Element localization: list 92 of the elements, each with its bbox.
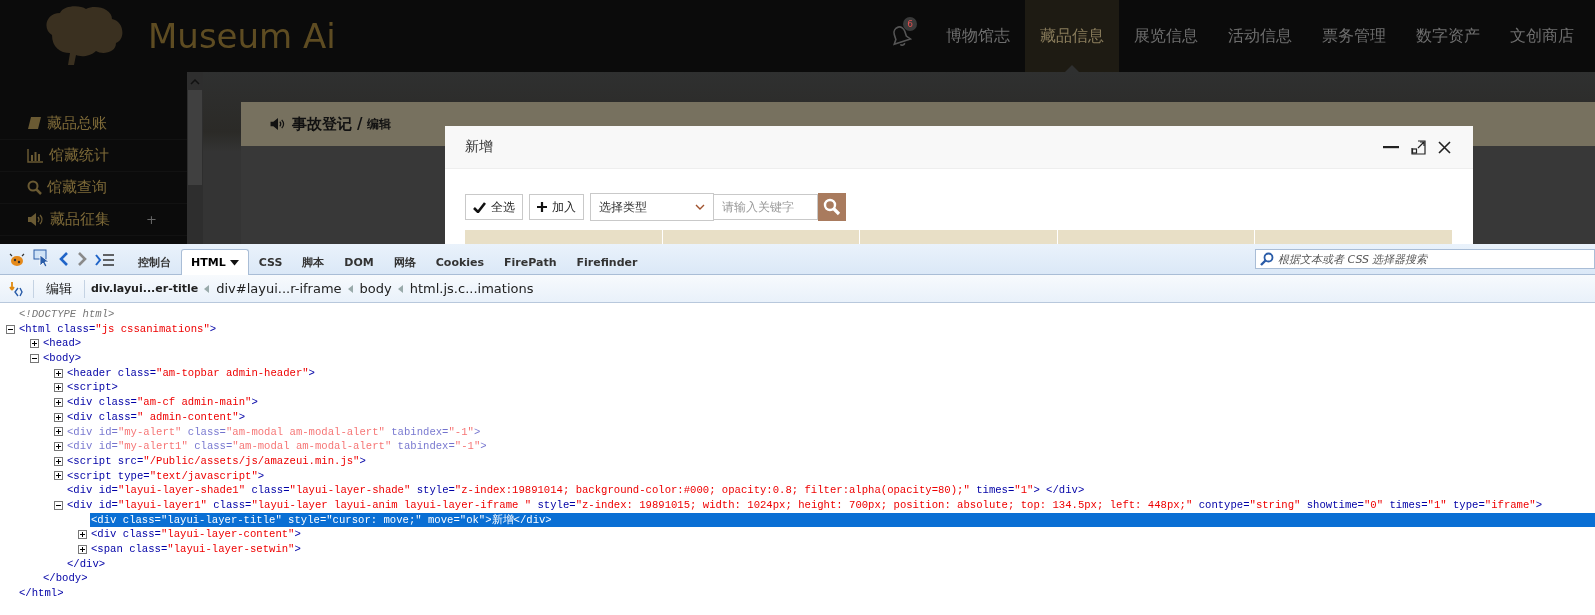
code-line[interactable]: <div id="layui-layer1" class="layui-layer layui-anim layui-layer-iframe " style="z-index: 19891015; width: 1024px; height: 700px; position: absolute; top: 134.5px; left: 448px;" contype="string" showtime="0" times="1" type="iframe"> (66, 497, 1595, 513)
expand-toggle-icon[interactable] (78, 530, 87, 540)
code-line[interactable]: <!DOCTYPE html> (18, 307, 1595, 322)
devtools-tab[interactable]: 控制台 (128, 249, 181, 274)
breadcrumb-link[interactable]: div#layui...r-iframe (216, 281, 342, 296)
expand-toggle-icon[interactable] (30, 339, 39, 349)
nav-tab[interactable]: 展览信息 (1119, 0, 1213, 72)
notification-badge: 6 (903, 17, 917, 31)
expand-toggle-icon[interactable] (54, 456, 63, 466)
expand-toggle-icon[interactable] (54, 397, 63, 407)
breadcrumb-arrow-icon (347, 284, 354, 293)
expand-toggle-icon[interactable] (54, 412, 63, 422)
bug-icon[interactable] (9, 253, 25, 267)
search-icon (27, 180, 42, 195)
minimize-icon[interactable] (1383, 145, 1399, 149)
modal-title-bar[interactable]: 新增 (445, 126, 1473, 169)
devtools-tab[interactable]: 脚本 (292, 249, 335, 274)
code-line[interactable]: <html class="js cssanimations"> (18, 321, 1595, 337)
code-line[interactable]: <div class="layui-layer-content"> (90, 527, 1595, 542)
check-icon (473, 201, 486, 213)
card-subtitle: 编辑 (367, 115, 392, 133)
breadcrumb-separator: / (357, 115, 363, 133)
devtools-tab[interactable]: 网络 (383, 249, 426, 274)
search-field[interactable]: 根据文本或者 CSS 选择器搜索 (1255, 249, 1595, 269)
devtools-tab[interactable]: HTML (181, 249, 249, 275)
devtools-tab[interactable]: DOM (334, 249, 384, 274)
nav-tab[interactable]: 数字资产 (1401, 0, 1495, 72)
expand-toggle-icon[interactable] (54, 471, 63, 481)
code-line[interactable]: <div id="layui-layer-shade1" class="layui-layer-shade" style="z-index:19891014; background-color:#000; opacity:0.8; filter:alpha(opacity=80);" times="1"> </div> (66, 483, 1595, 498)
code-line[interactable]: </html> (18, 586, 1595, 601)
code-line[interactable]: <body> (42, 351, 1595, 366)
code-line[interactable]: <div id="my-alert1" class="am-modal am-modal-alert" tabindex="-1"> (66, 439, 1595, 454)
bar-chart-icon (27, 148, 44, 163)
speaker-icon (27, 212, 45, 227)
card-title: 事故登记 (292, 114, 352, 134)
close-icon[interactable] (1438, 140, 1451, 154)
chevron-down-icon (695, 203, 705, 211)
nav-tab[interactable]: 藏品信息 (1025, 0, 1119, 72)
nav-tab[interactable]: 票务管理 (1307, 0, 1401, 72)
collapse-toggle-icon[interactable] (54, 500, 63, 510)
break-on-mutate-icon[interactable] (9, 280, 23, 297)
dropdown-caret-icon[interactable] (229, 259, 239, 266)
breadcrumb-arrow-icon (204, 284, 211, 293)
collapse-toggle-icon[interactable] (30, 353, 39, 363)
breadcrumb-link[interactable]: div.layui...er-title (91, 282, 199, 295)
nav-tab[interactable]: 博物馆志 (931, 0, 1025, 72)
add-button[interactable]: 加入 (529, 194, 584, 220)
sidebar-item[interactable]: 馆藏查询 (47, 178, 107, 197)
logo-text: Museum Ai (148, 16, 336, 56)
edit-button[interactable]: 编辑 (40, 279, 78, 298)
breadcrumb-link[interactable]: html.js.c...imations (409, 281, 534, 296)
nav-tab[interactable]: 活动信息 (1213, 0, 1307, 72)
code-line[interactable]: <div class="am-cf admin-main"> (66, 395, 1595, 410)
code-line[interactable]: <head> (42, 336, 1595, 352)
expand-toggle-icon[interactable] (54, 427, 63, 437)
code-line[interactable]: <script type="text/javascript"> (66, 468, 1595, 484)
sidebar-item[interactable]: 馆藏统计 (49, 146, 109, 165)
code-line[interactable]: <script> (66, 380, 1595, 396)
maximize-icon[interactable] (1411, 139, 1426, 155)
sidebar-item[interactable]: 藏品征集 (50, 210, 110, 229)
plus-icon (537, 202, 547, 212)
type-select[interactable]: 选择类型 (590, 193, 714, 221)
sidebar-item[interactable]: 藏品总账 (47, 114, 107, 133)
devtools-tab[interactable]: CSS (248, 249, 293, 274)
code-line[interactable]: </body> (42, 571, 1595, 587)
breadcrumb-arrow-icon (397, 284, 404, 293)
inspect-icon[interactable] (33, 249, 51, 267)
search-button[interactable] (818, 193, 846, 221)
code-line[interactable]: <span class="layui-layer-setwin"> (90, 542, 1595, 557)
nav-tab[interactable]: 文创商店 (1495, 0, 1589, 72)
expand-toggle-icon[interactable] (54, 442, 63, 452)
expand-toggle-icon[interactable] (54, 368, 63, 378)
code-line[interactable]: <div class=" admin-content"> (66, 409, 1595, 425)
code-line[interactable]: <script src="/Public/assets/js/amazeui.min.js"> (66, 453, 1595, 469)
devtools-tab[interactable]: FirePath (494, 249, 567, 274)
search-icon (823, 198, 841, 216)
code-line[interactable]: <div id="my-alert" class="am-modal am-modal-alert" tabindex="-1"> (66, 424, 1595, 440)
expand-toggle-icon[interactable] (54, 383, 63, 393)
code-line[interactable]: </div> (66, 556, 1595, 572)
book-icon (27, 116, 42, 131)
breadcrumb-link[interactable]: body (359, 281, 392, 296)
devtools-tab[interactable]: Firefinder (566, 249, 648, 274)
expand-toggle-icon[interactable] (78, 544, 87, 554)
devtools-tab[interactable]: Cookies (425, 249, 495, 274)
speaker-icon (269, 117, 287, 131)
code-line[interactable]: <header class="am-topbar admin-header"> (66, 365, 1595, 381)
keyword-input[interactable]: 请输入关键字 (714, 194, 818, 220)
select-all-button[interactable]: 全选 (465, 194, 523, 220)
modal-title: 新增 (465, 138, 493, 156)
command-line-icon[interactable] (95, 253, 115, 267)
scroll-thumb[interactable] (188, 90, 202, 185)
collapse-toggle-icon[interactable] (6, 324, 15, 334)
